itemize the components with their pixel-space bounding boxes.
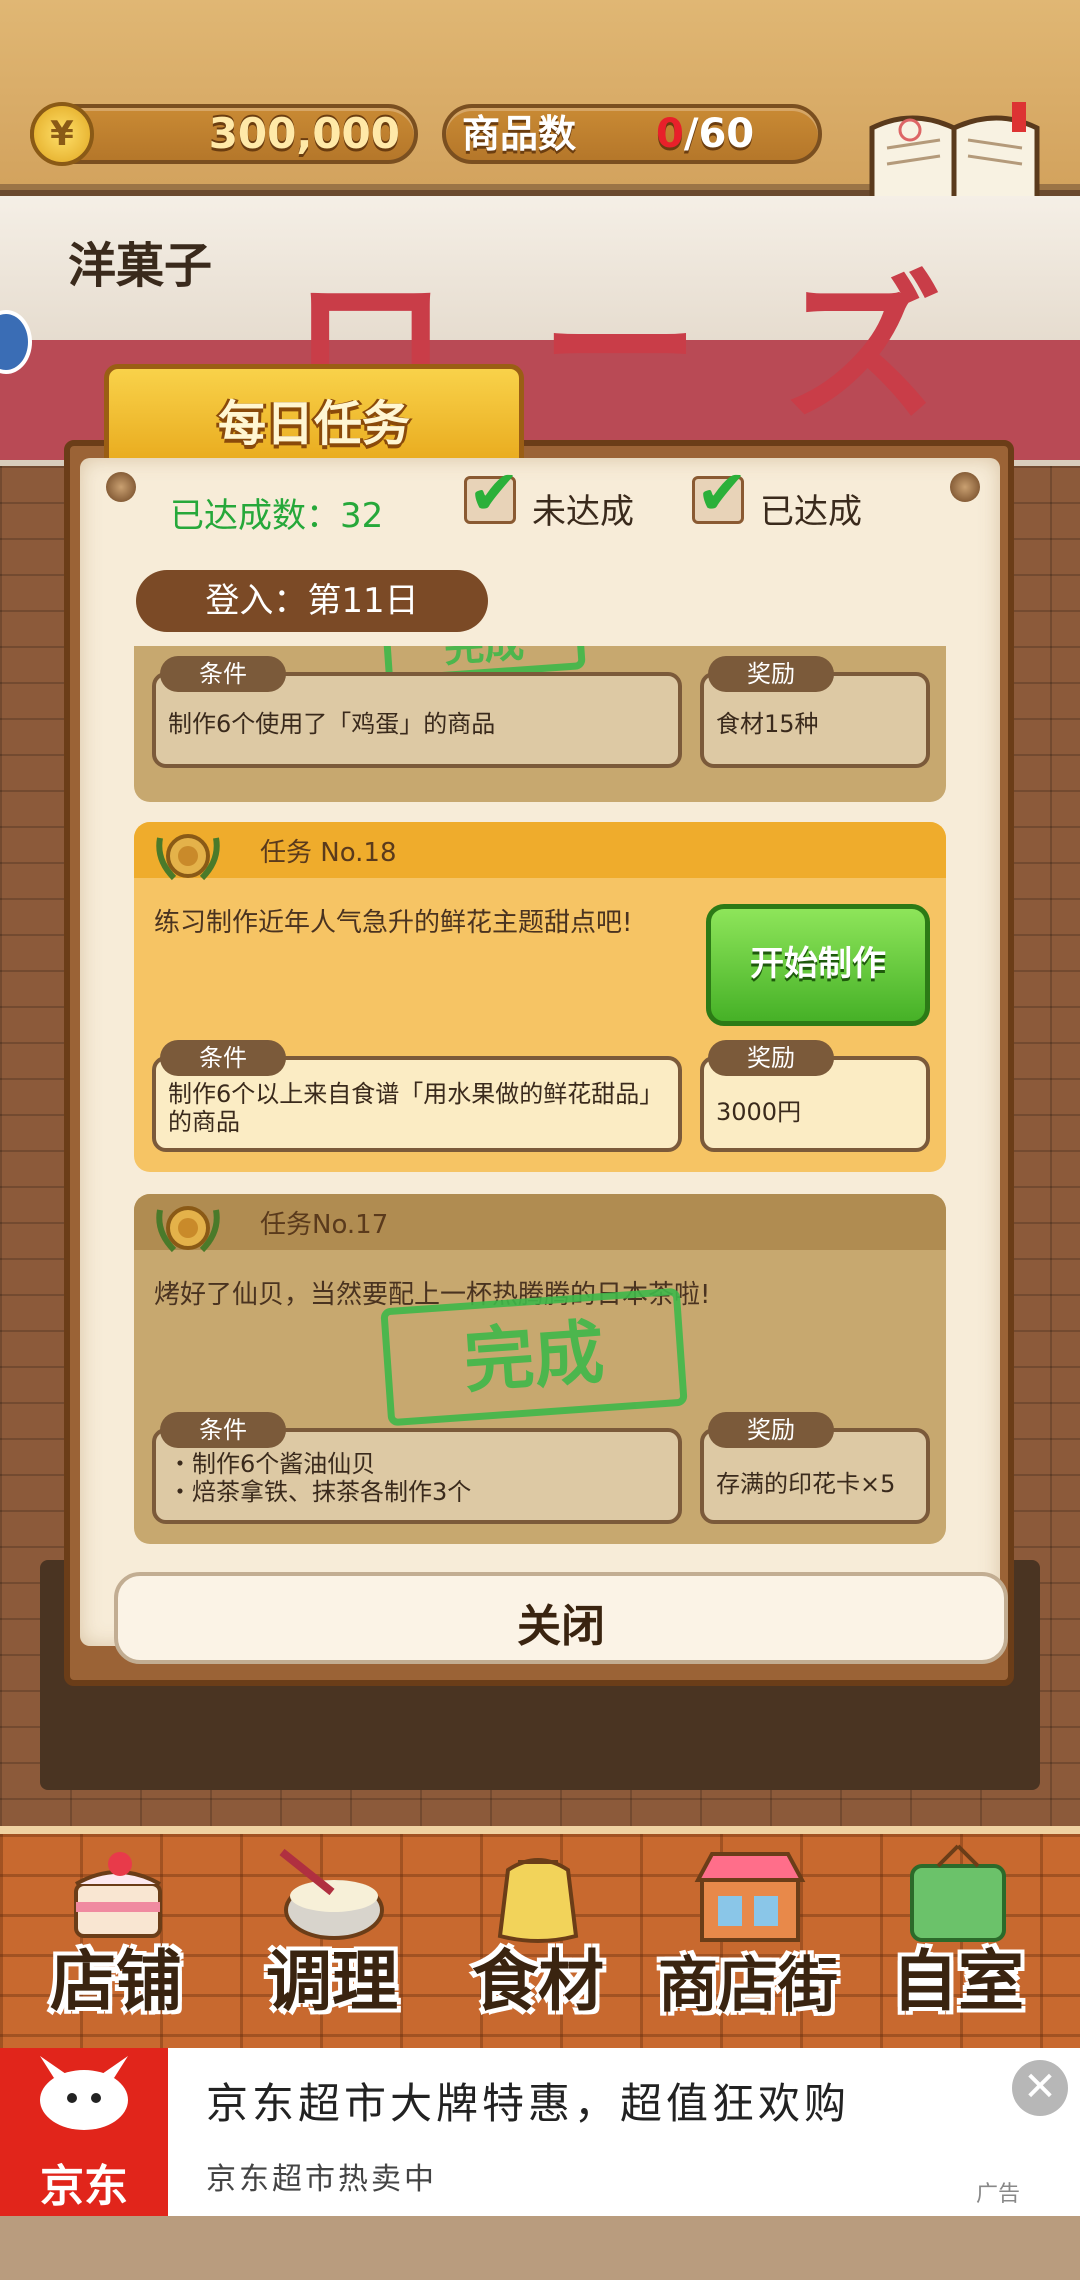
laurel-medal-icon	[156, 1206, 220, 1253]
nav-label: 调理	[266, 1943, 398, 2020]
condition-text: 制作6个使用了「鸡蛋」的商品	[168, 710, 496, 738]
check-icon: ✔	[468, 456, 520, 529]
condition-tag: 条件	[160, 1040, 286, 1076]
reward-tag: 奖励	[708, 1412, 834, 1448]
reward-tag: 奖励	[708, 656, 834, 692]
condition-tag: 条件	[160, 1412, 286, 1448]
task-description: 练习制作近年人气急升的鲜花主题甜点吧!	[154, 908, 633, 938]
nav-my-room[interactable]: 自室	[858, 1830, 1058, 2030]
reward-text: 食材15种	[716, 710, 819, 738]
ad-subtitle: 京东超市热卖中	[206, 2162, 437, 2197]
close-button-label: 关闭	[517, 1601, 605, 1652]
goods-label: 商品数	[462, 112, 577, 156]
nav-shop[interactable]: 店铺	[16, 1830, 216, 2030]
daily-task-title: 每日任务	[217, 396, 410, 452]
login-day-badge: 登入：第11日	[136, 570, 488, 632]
check-icon: ✔	[696, 456, 748, 529]
condition-text-line2: 的商品	[168, 1108, 240, 1136]
reward-tag: 奖励	[708, 1040, 834, 1076]
task-card-17: 任务No.17 烤好了仙贝，当然要配上一杯热腾腾的日本茶啦! 完成 条件 ・制作…	[134, 1194, 946, 1544]
ad-title: 京东超市大牌特惠，超值狂欢购	[206, 2079, 851, 2128]
reward-text: 3000円	[716, 1098, 802, 1126]
task-number: 任务 No.18	[260, 838, 397, 868]
condition-text-line1: ・制作6个酱油仙贝	[168, 1450, 376, 1478]
nav-label: 商店街	[658, 1951, 838, 2021]
footer-floor	[0, 2216, 1080, 2280]
task-card: 完成 条件 制作6个使用了「鸡蛋」的商品 奖励 食材15种	[134, 646, 946, 802]
pin-icon	[950, 472, 980, 502]
completed-count: 已达成数：32	[170, 496, 384, 536]
pin-icon	[106, 472, 136, 502]
task-number: 任务No.17	[260, 1210, 389, 1240]
condition-text-line2: ・焙茶拿铁、抹茶各制作3个	[168, 1478, 472, 1506]
goods-count: 0/60	[656, 104, 754, 164]
nav-shopping-street[interactable]: 商店街	[648, 1830, 848, 2030]
nav-label: 自室	[892, 1943, 1024, 2020]
goods-current: 0	[656, 111, 684, 157]
ad-close-button[interactable]: ✕	[1012, 2060, 1068, 2116]
ad-tag: 广告	[976, 2182, 1021, 2207]
task-header	[134, 822, 946, 878]
condition-text-line1: 制作6个以上来自食谱「用水果做的鲜花甜品」	[168, 1080, 664, 1108]
nav-cooking[interactable]: 调理	[232, 1830, 432, 2030]
nav-ingredients[interactable]: 食材	[438, 1830, 638, 2030]
nav-label: 食材	[472, 1943, 604, 2020]
money-value: 300,000	[208, 109, 400, 158]
shop-sign: 洋菓子	[68, 238, 213, 294]
jd-mascot-icon	[40, 2056, 128, 2130]
shop-icon	[694, 1852, 806, 1942]
legend-incomplete: 未达成	[532, 492, 634, 532]
condition-tag: 条件	[160, 656, 286, 692]
reward-text: 存满的印花卡×5	[716, 1470, 896, 1498]
coin-icon: ¥	[30, 102, 94, 166]
ad-logo-text: 京东	[40, 2161, 128, 2212]
start-making-button[interactable]: 开始制作	[706, 904, 930, 1026]
legend-complete: 已达成	[760, 492, 862, 532]
task-header	[134, 1194, 946, 1250]
task-list[interactable]: 完成 条件 制作6个使用了「鸡蛋」的商品 奖励 食材15种 任务 No.18 练…	[134, 646, 946, 1564]
nav-label: 店铺	[50, 1943, 182, 2020]
complete-stamp: 完成	[380, 1287, 688, 1427]
laurel-medal-icon	[156, 834, 220, 881]
goods-max: /60	[683, 111, 755, 157]
